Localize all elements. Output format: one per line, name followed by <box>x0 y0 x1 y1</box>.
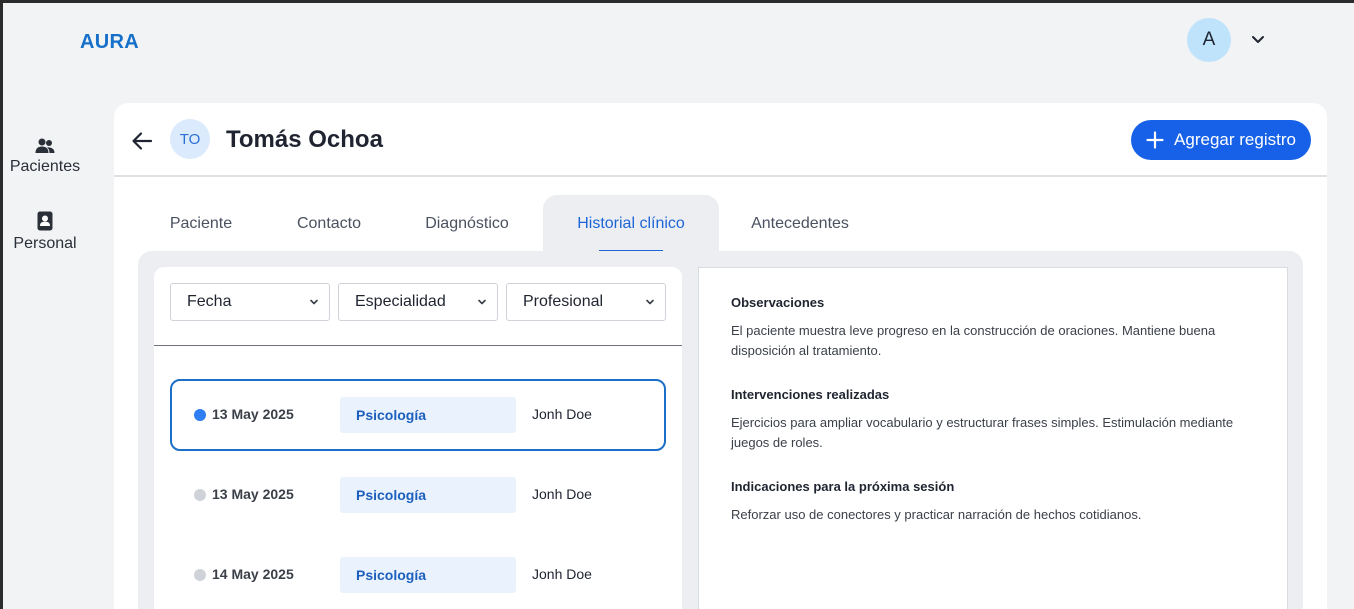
patient-header: TO Tomás Ochoa Agregar registro <box>114 103 1327 177</box>
sidebar-item-pacientes[interactable]: Pacientes <box>3 137 87 176</box>
patient-card: TO Tomás Ochoa Agregar registro Paciente… <box>114 103 1327 609</box>
record-professional: Jonh Doe <box>532 486 592 502</box>
section-title: Observaciones <box>731 295 825 310</box>
users-icon <box>35 138 55 153</box>
divider <box>154 345 682 346</box>
chevron-down-icon <box>310 299 318 305</box>
page-title: Tomás Ochoa <box>226 126 383 153</box>
app-logo[interactable]: AURA <box>80 31 139 54</box>
filter-especialidad[interactable]: Especialidad <box>338 283 498 321</box>
section-body: El paciente muestra leve progreso en la … <box>731 323 1216 358</box>
filter-label: Profesional <box>523 293 604 310</box>
tab-label: Diagnóstico <box>425 215 509 232</box>
section-body: Ejercicios para ampliar vocabulario y es… <box>731 415 1234 450</box>
tab-contacto[interactable]: Contacto <box>274 195 384 253</box>
section-title: Intervenciones realizadas <box>731 387 890 402</box>
record-professional: Jonh Doe <box>532 566 592 582</box>
sidebar-item-label: Pacientes <box>9 158 81 175</box>
add-record-label: Agregar registro <box>1174 130 1296 149</box>
chevron-down-icon[interactable] <box>1250 32 1266 48</box>
status-dot <box>194 489 206 501</box>
tab-paciente[interactable]: Paciente <box>146 195 256 253</box>
id-badge-icon <box>37 211 53 231</box>
patient-avatar: TO <box>170 119 210 159</box>
sidebar-item-personal[interactable]: Personal <box>3 210 87 253</box>
tab-label: Antecedentes <box>751 215 849 232</box>
records-list-panel: Fecha Especialidad Profesional 13 May 20… <box>154 267 682 609</box>
sidebar-item-label: Personal <box>13 235 77 252</box>
tab-historial-clinico[interactable]: Historial clínico <box>543 195 719 253</box>
filter-fecha[interactable]: Fecha <box>170 283 330 321</box>
record-detail-panel: Observaciones El paciente muestra leve p… <box>698 267 1288 609</box>
chevron-down-icon <box>646 299 654 305</box>
chevron-down-icon <box>478 299 486 305</box>
user-avatar[interactable]: A <box>1187 18 1231 62</box>
record-item[interactable]: 14 May 2025 Psicología Jonh Doe <box>170 539 666 609</box>
tab-antecedentes[interactable]: Antecedentes <box>734 195 866 253</box>
tab-label: Historial clínico <box>577 215 685 232</box>
record-item[interactable]: 13 May 2025 Psicología Jonh Doe <box>170 379 666 451</box>
section-title: Indicaciones para la próxima sesión <box>731 479 955 494</box>
filter-label: Especialidad <box>355 293 446 310</box>
filter-label: Fecha <box>187 293 232 310</box>
record-date: 13 May 2025 <box>212 406 294 422</box>
tab-label: Contacto <box>296 215 362 232</box>
filter-profesional[interactable]: Profesional <box>506 283 666 321</box>
plus-icon <box>1146 131 1164 149</box>
record-professional: Jonh Doe <box>532 406 592 422</box>
record-item[interactable]: 13 May 2025 Psicología Jonh Doe <box>170 459 666 531</box>
tab-label: Paciente <box>169 215 233 232</box>
record-date: 13 May 2025 <box>212 486 294 502</box>
tab-bar: Paciente Contacto Diagnóstico Historial … <box>114 195 1327 253</box>
back-arrow-icon[interactable] <box>131 130 153 152</box>
record-date: 14 May 2025 <box>212 566 294 582</box>
tab-diagnostico[interactable]: Diagnóstico <box>404 195 530 253</box>
specialty-badge: Psicología <box>340 557 516 593</box>
section-body: Reforzar uso de conectores y practicar n… <box>731 507 1142 522</box>
status-dot <box>194 569 206 581</box>
specialty-badge: Psicología <box>340 477 516 513</box>
status-dot <box>194 409 206 421</box>
add-record-button[interactable]: Agregar registro <box>1131 120 1311 160</box>
specialty-badge: Psicología <box>340 397 516 433</box>
